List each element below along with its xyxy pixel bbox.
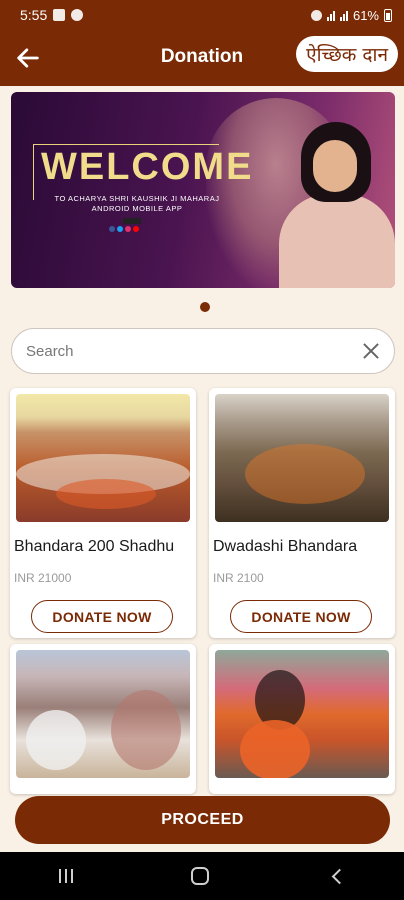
carousel-indicator[interactable] bbox=[200, 302, 210, 312]
banner-subline: TO ACHARYA SHRI KAUSHIK JI MAHARAJ ANDRO… bbox=[54, 194, 220, 213]
card-title: Bhandara 200 Shadhu bbox=[14, 538, 175, 555]
social-icons bbox=[109, 226, 139, 232]
search-input[interactable] bbox=[26, 342, 362, 360]
system-back-icon[interactable] bbox=[331, 868, 348, 884]
welcome-banner[interactable]: WELCOME TO ACHARYA SHRI KAUSHIK JI MAHAR… bbox=[11, 92, 395, 288]
battery-percent: 61% bbox=[352, 7, 379, 23]
card-title: Dwadashi Bhandara bbox=[213, 538, 358, 555]
optional-donation-button[interactable]: ऐच्छिक दान bbox=[296, 36, 398, 72]
app-bar: Donation ऐच्छिक दान bbox=[0, 30, 404, 86]
card-price: INR 21000 bbox=[14, 571, 72, 585]
donation-card[interactable] bbox=[209, 644, 395, 794]
hotspot-icon bbox=[310, 9, 322, 21]
clear-icon[interactable] bbox=[362, 342, 380, 360]
card-image bbox=[215, 650, 389, 778]
play-store-badge bbox=[123, 218, 141, 224]
search-bar bbox=[11, 328, 395, 374]
donate-now-button[interactable]: DONATE NOW bbox=[230, 600, 372, 633]
signal-icon bbox=[326, 10, 335, 21]
card-image bbox=[215, 394, 389, 522]
banner-portrait bbox=[279, 122, 395, 288]
recents-icon[interactable] bbox=[59, 869, 74, 883]
donate-now-button[interactable]: DONATE NOW bbox=[31, 600, 173, 633]
system-nav-bar bbox=[0, 852, 404, 900]
signal-icon-2 bbox=[339, 10, 348, 21]
donation-card[interactable] bbox=[10, 644, 196, 794]
status-bar: 5:55 61% bbox=[0, 0, 404, 30]
battery-icon bbox=[384, 8, 392, 22]
home-icon[interactable] bbox=[191, 867, 210, 885]
card-image bbox=[16, 394, 190, 522]
gallery-notification-icon bbox=[53, 9, 66, 21]
donation-card[interactable]: Bhandara 200 Shadhu INR 21000 DONATE NOW bbox=[10, 388, 196, 638]
banner-headline: WELCOME bbox=[41, 146, 254, 188]
donation-card[interactable]: Dwadashi Bhandara INR 2100 DONATE NOW bbox=[209, 388, 395, 638]
proceed-button[interactable]: PROCEED bbox=[15, 796, 390, 844]
status-time: 5:55 bbox=[20, 7, 48, 23]
whatsapp-notification-icon bbox=[71, 9, 84, 21]
card-price: INR 2100 bbox=[213, 571, 264, 585]
card-image bbox=[16, 650, 190, 778]
